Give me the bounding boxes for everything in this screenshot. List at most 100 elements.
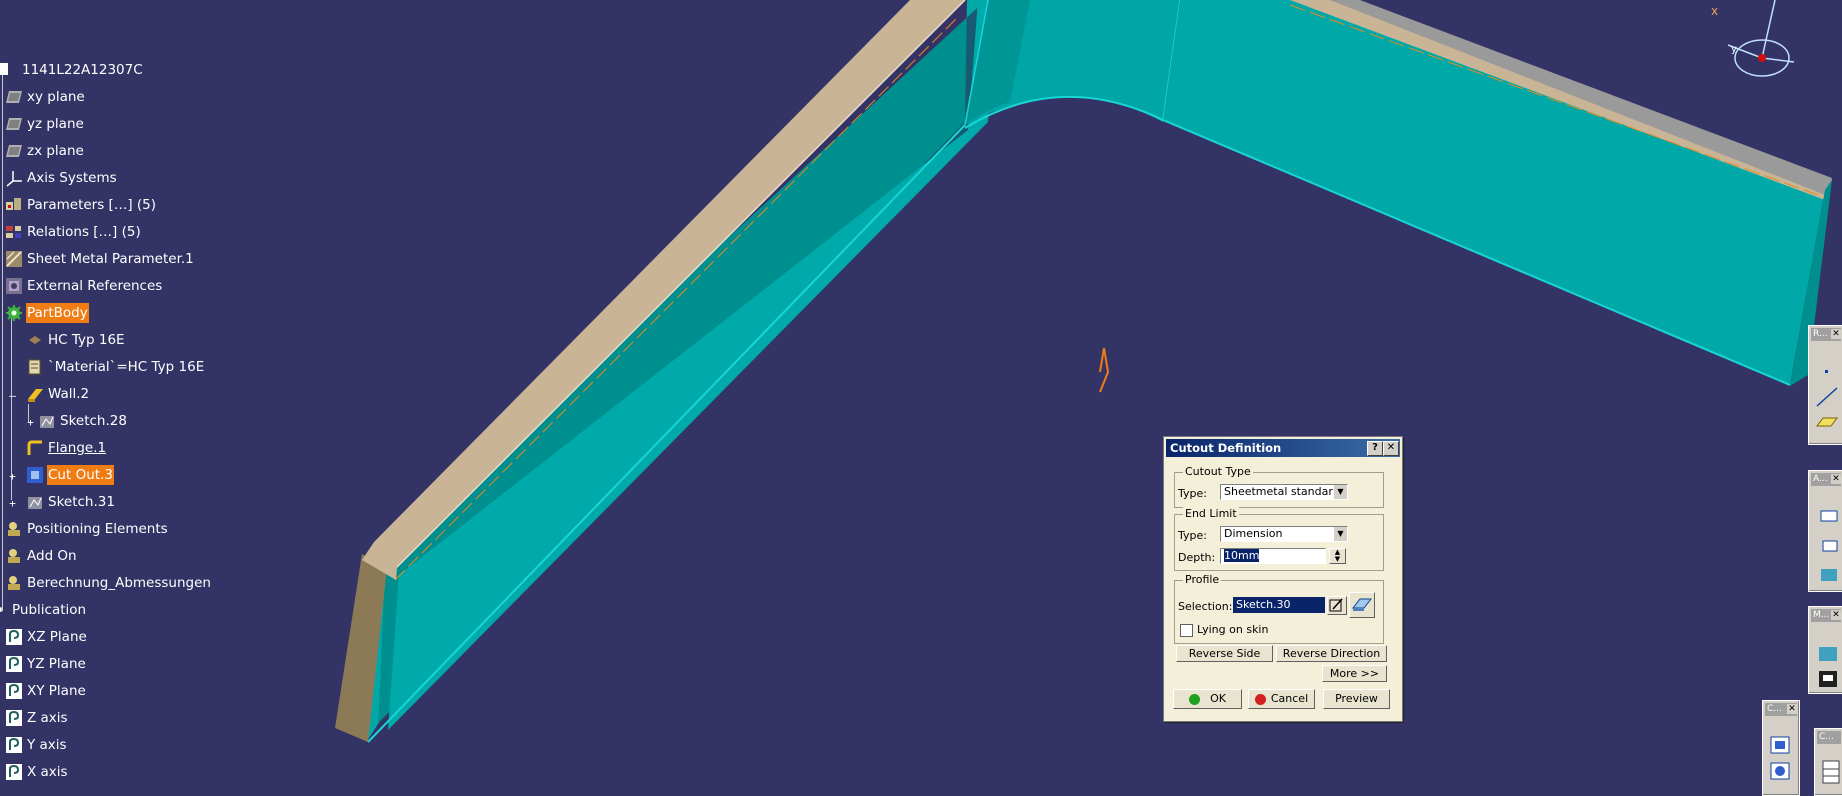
- tree-item-positioning-elements[interactable]: Positioning Elements: [5, 519, 169, 539]
- tree-item-material-parameter[interactable]: `Material`=HC Typ 16E: [26, 357, 205, 377]
- toolbar-close-button[interactable]: ✕: [1831, 329, 1841, 339]
- tree-item-zx-plane[interactable]: zx plane: [5, 141, 85, 161]
- sketch-icon: [28, 497, 42, 509]
- compass-icon[interactable]: [1727, 0, 1795, 77]
- measure-icons[interactable]: [1815, 645, 1841, 691]
- toolbar-title: C...: [1817, 731, 1841, 744]
- partbody-gear-icon: [6, 305, 22, 321]
- annotation-icons[interactable]: [1815, 507, 1841, 587]
- tree-item-berechnung[interactable]: Berechnung_Abmessungen: [5, 573, 212, 593]
- tree-item-xz-plane-pub[interactable]: XZ Plane: [5, 627, 88, 647]
- tree-item-y-axis[interactable]: Y axis: [5, 735, 68, 755]
- help-button[interactable]: ?: [1367, 441, 1383, 456]
- toolbar-close-button[interactable]: ✕: [1787, 704, 1797, 714]
- tree-item-x-axis[interactable]: X axis: [5, 762, 69, 782]
- tree-item-label: Z axis: [27, 710, 68, 726]
- tree-item-label: yz plane: [27, 116, 84, 132]
- tree-item-yz-plane[interactable]: yz plane: [5, 114, 85, 134]
- tree-item-label: 1141L22A12307C: [22, 62, 143, 78]
- tree-item-partbody[interactable]: PartBody: [5, 303, 89, 323]
- geometrical-set-icon: [8, 576, 20, 590]
- type-label: Type:: [1178, 529, 1207, 542]
- dialog-title-bar[interactable]: Cutout Definition ? ✕: [1166, 439, 1400, 457]
- cutout-icon: [27, 467, 43, 483]
- expand-icon[interactable]: +: [8, 471, 17, 482]
- tree-item-label: Parameters […] (5): [27, 197, 157, 213]
- toolbar-close-button[interactable]: ✕: [1831, 474, 1841, 484]
- tree-item-parameters[interactable]: Parameters […] (5): [5, 195, 157, 215]
- preview-button[interactable]: Preview: [1323, 689, 1390, 709]
- tree-item-label: X axis: [27, 764, 68, 780]
- expand-icon[interactable]: +: [8, 498, 17, 509]
- expand-icon[interactable]: +: [26, 417, 35, 428]
- sketch-edit-icon: [1329, 598, 1343, 612]
- part-document-icon: [0, 63, 8, 75]
- constraint-icons[interactable]: [1769, 735, 1793, 791]
- group-title: Cutout Type: [1183, 465, 1253, 478]
- depth-spinner[interactable]: ▲ ▼: [1329, 548, 1346, 564]
- dropdown-arrow-icon[interactable]: ▼: [1333, 485, 1347, 499]
- table-icon[interactable]: [1821, 757, 1841, 791]
- tree-item-axis-systems[interactable]: Axis Systems: [5, 168, 118, 188]
- tree-item-label: `Material`=HC Typ 16E: [48, 359, 205, 375]
- ok-button[interactable]: OK: [1173, 689, 1242, 709]
- tree-item-external-references[interactable]: External References: [5, 276, 163, 296]
- tree-item-sketch-28[interactable]: Sketch.28: [38, 411, 128, 431]
- tree-item-xy-plane[interactable]: xy plane: [5, 87, 86, 107]
- selection-field[interactable]: Sketch.30: [1233, 597, 1325, 613]
- close-button[interactable]: ✕: [1383, 441, 1399, 456]
- tree-item-z-axis[interactable]: Z axis: [5, 708, 69, 728]
- group-title: Profile: [1183, 573, 1222, 586]
- lying-on-skin-label: Lying on skin: [1197, 623, 1269, 636]
- tree-item-flange[interactable]: Flange.1: [26, 438, 107, 458]
- dropdown-arrow-icon[interactable]: ▼: [1333, 527, 1347, 541]
- cancel-label: Cancel: [1270, 692, 1309, 705]
- tree-item-relations[interactable]: Relations […] (5): [5, 222, 142, 242]
- end-limit-type-combo[interactable]: Dimension ▼: [1220, 526, 1348, 542]
- tree-item-add-on[interactable]: Add On: [5, 546, 78, 566]
- relations-icon: [6, 226, 21, 238]
- tree-item-sketch-31[interactable]: Sketch.31: [26, 492, 116, 512]
- more-button[interactable]: More >>: [1322, 665, 1387, 682]
- publication-item-icon: [6, 656, 22, 672]
- toolbar-r[interactable]: R... ✕: [1808, 325, 1842, 445]
- tree-item-xy-plane-pub[interactable]: XY Plane: [5, 681, 87, 701]
- tree-item-label: Sketch.28: [60, 413, 127, 429]
- tree-item-publication[interactable]: Publication: [0, 600, 87, 620]
- collapse-icon[interactable]: –: [8, 390, 17, 401]
- reverse-side-button[interactable]: Reverse Side: [1176, 645, 1273, 662]
- origin-marker: [1099, 347, 1110, 393]
- depth-value: 10mm: [1224, 549, 1260, 562]
- 3d-viewport[interactable]: x y: [0, 0, 1842, 794]
- tree-item-yz-plane-pub[interactable]: YZ Plane: [5, 654, 87, 674]
- plane-sketch-icon: [1351, 598, 1373, 611]
- tree-item-sheet-metal-parameter[interactable]: Sheet Metal Parameter.1: [5, 249, 195, 269]
- point-line-plane-icons[interactable]: [1815, 366, 1839, 436]
- tree-item-label: Cut Out.3: [47, 465, 114, 485]
- left-wall-edge: [374, 0, 965, 568]
- cancel-button[interactable]: Cancel: [1248, 689, 1315, 709]
- tree-item-label: xy plane: [27, 89, 85, 105]
- geometrical-set-icon: [8, 549, 20, 563]
- toolbar-c1[interactable]: C... ✕: [1762, 700, 1800, 796]
- cutout-type-combo[interactable]: Sheetmetal standard ▼: [1220, 484, 1348, 500]
- toolbar-m[interactable]: M... ✕: [1808, 606, 1842, 694]
- depth-input[interactable]: 10mm: [1220, 548, 1326, 564]
- external-references-icon: [6, 278, 22, 294]
- tree-item-root[interactable]: 1141L22A12307C: [0, 60, 144, 80]
- tree-item-cut-out[interactable]: Cut Out.3: [26, 465, 114, 485]
- tree-item-label: XY Plane: [27, 683, 86, 699]
- tree-item-material[interactable]: HC Typ 16E: [26, 330, 126, 350]
- lying-on-skin-checkbox[interactable]: [1180, 624, 1193, 637]
- toolbar-close-button[interactable]: ✕: [1831, 610, 1841, 620]
- sketcher-button[interactable]: [1327, 596, 1347, 615]
- tree-item-wall[interactable]: Wall.2: [26, 384, 90, 404]
- left-edge-line: [395, 0, 966, 569]
- profile-plane-button[interactable]: [1349, 592, 1375, 618]
- reverse-direction-button[interactable]: Reverse Direction: [1276, 645, 1387, 662]
- toolbar-a[interactable]: A... ✕: [1808, 470, 1842, 592]
- profile-group: Profile Selection: Sketch.30 Lying on sk…: [1174, 573, 1384, 644]
- tree-item-label: XZ Plane: [27, 629, 87, 645]
- toolbar-c2[interactable]: C...: [1814, 728, 1842, 796]
- combo-value: Dimension: [1224, 527, 1283, 540]
